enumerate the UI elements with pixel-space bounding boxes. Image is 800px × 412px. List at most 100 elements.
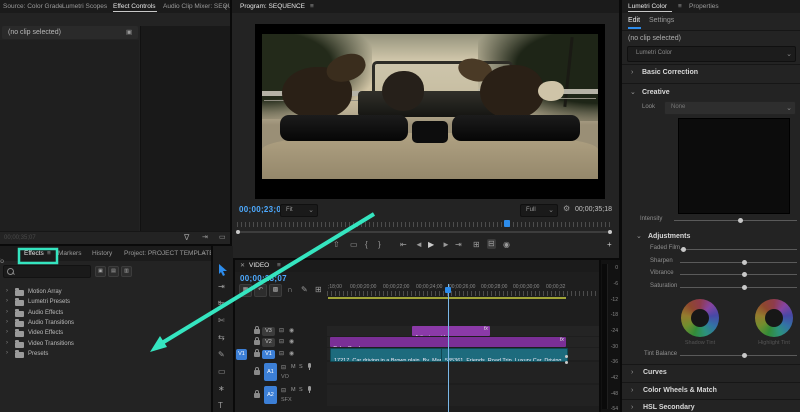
track-a2-button[interactable]: A2 [264,386,277,404]
chevron-right-icon[interactable]: › [6,298,8,304]
solo-button[interactable]: S [299,364,303,370]
step-back-icon[interactable]: ◄ [415,240,423,250]
track-v1-button[interactable]: V1 [262,350,275,359]
look-dropdown[interactable]: None ⌄ [664,101,796,115]
clip-friends-roadtrip[interactable]: 535361_Friends, Road Trip, Luxury Car, D… [441,348,568,362]
add-button-icon[interactable]: + [607,240,612,250]
tint-balance-knob[interactable] [742,353,747,358]
faded-film-knob[interactable] [681,247,686,252]
vibrance-knob[interactable] [742,272,747,277]
tree-row-video-transitions[interactable]: › Video Transitions [0,340,211,350]
toggle-output-eye-icon[interactable]: ◉ [289,349,294,359]
tree-row-video-effects[interactable]: › Video Effects [0,329,211,339]
tab-effect-controls[interactable]: Effect Controls [113,3,156,10]
chevron-right-icon[interactable]: › [6,319,8,325]
zoom-level-dropdown[interactable]: Fit ⌄ [280,204,318,217]
sync-lock-icon[interactable]: ⊟ [279,337,284,347]
play-icon[interactable]: ▶ [428,240,434,250]
vibrance-slider[interactable] [680,272,797,277]
slip-tool-icon[interactable]: ⇆ [218,333,225,343]
source-patch-v1[interactable]: V1 [236,349,247,360]
close-icon[interactable]: ✕ [240,262,245,269]
scroll-handle-dot[interactable] [565,355,568,358]
export-still-icon[interactable]: ◉ [503,240,510,250]
lumetri-effect-dropdown[interactable]: Lumetri Color ⌄ [627,46,796,62]
saturation-knob[interactable] [742,285,747,290]
scrollbar-handle-right[interactable] [608,230,612,234]
tree-row-motion-array[interactable]: › Motion Array [0,288,211,298]
rectangle-tool-icon[interactable]: ▭ [218,367,226,377]
selection-tool-icon[interactable] [218,264,228,276]
shadow-tint-wheel[interactable] [681,299,719,337]
tree-row-audio-effects[interactable]: › Audio Effects [0,309,211,319]
tab-markers[interactable]: Markers [58,250,81,257]
track-name-a2[interactable]: SFX [281,397,292,403]
timeline-playhead-head[interactable] [445,287,451,293]
clip-adjustment-layer[interactable]: Adjustment Layer fx [412,326,490,336]
tree-row-audio-transitions[interactable]: › Audio Transitions [0,319,211,329]
panel-overflow-icon[interactable]: » [224,3,228,10]
panel-overflow-icon[interactable]: » [202,250,206,257]
track-select-tool-icon[interactable]: ⇥ [218,282,225,292]
timeline-settings-icon[interactable]: ⊞ [315,285,322,295]
faded-film-slider[interactable] [680,247,797,252]
filter-accelerated-icon[interactable]: ▣ [95,266,106,277]
track-a1-button[interactable]: A1 [264,363,277,381]
program-playhead-marker[interactable] [504,220,510,227]
intensity-slider[interactable] [674,218,797,223]
pen-tool-icon[interactable]: ✎ [218,350,225,360]
filter-yuv-icon[interactable]: ▥ [121,266,132,277]
voiceover-mic-icon[interactable] [308,386,311,393]
snap-magnet-icon[interactable]: ∩ [287,285,293,295]
chevron-right-icon[interactable]: › [6,340,8,346]
undo-render-button[interactable]: ↶ [254,284,267,297]
sharpen-slider[interactable] [680,260,797,265]
ripple-edit-tool-icon[interactable]: ↹ [218,299,225,309]
toggle-output-eye-icon[interactable]: ◉ [289,337,294,347]
highlight-tint-wheel[interactable] [755,299,793,337]
toggle-output-eye-icon[interactable]: ◉ [289,326,294,336]
tree-row-lumetri-presets[interactable]: › Lumetri Presets [0,298,211,308]
chevron-right-icon[interactable]: › [6,350,8,356]
section-adjustments[interactable]: ⌄ Adjustments [622,230,800,244]
mark-in-icon[interactable]: { [365,240,368,250]
effects-menu-icon[interactable]: ≡ [47,250,51,257]
timeline-playhead[interactable] [448,284,449,412]
lumetri-menu-icon[interactable]: ≡ [678,3,682,10]
intensity-knob[interactable] [738,218,743,223]
new-bin-icon[interactable]: ▭ [219,233,226,243]
timeline-menu-icon[interactable]: ≡ [277,262,281,269]
tab-lumetri-color[interactable]: Lumetri Color [628,3,667,10]
chevron-right-icon[interactable]: › [6,288,8,294]
lock-icon[interactable] [254,390,260,398]
saturation-slider[interactable] [680,285,797,290]
mute-button[interactable]: M [291,387,296,393]
go-to-in-icon[interactable]: ⇤ [400,240,407,250]
lock-icon[interactable] [254,326,260,334]
playback-resolution-dropdown[interactable]: Full ⌄ [520,204,558,217]
chevron-right-icon[interactable]: › [6,329,8,335]
tab-properties[interactable]: Properties [689,3,719,10]
subtab-edit[interactable]: Edit [628,17,640,24]
program-menu-icon[interactable]: ≡ [310,3,314,10]
tab-effects[interactable]: Effects [24,250,44,257]
track-v3-button[interactable]: V3 [262,327,275,336]
filter-32bit-icon[interactable]: ▤ [108,266,119,277]
section-curves[interactable]: › Curves [622,367,800,381]
tab-source-monitor[interactable]: Source: Color Grade [3,3,63,10]
extract-icon[interactable]: ⊟ [487,239,496,249]
filter-icon[interactable]: ∇ [184,233,189,243]
sharpen-knob[interactable] [742,260,747,265]
tab-info[interactable]: Info [0,258,4,265]
mark-out-icon[interactable]: } [378,240,381,250]
comparison-view-icon[interactable]: ▭ [350,240,358,250]
voiceover-mic-icon[interactable] [308,363,311,370]
go-to-out-icon[interactable]: ⇥ [455,240,462,250]
play-audio-only-icon[interactable]: ⇥ [202,233,208,243]
track-name-a1[interactable]: VO [281,374,289,380]
settings-wrench-icon[interactable]: ⚙ [563,204,570,214]
tab-history[interactable]: History [92,250,112,257]
step-forward-icon[interactable]: ► [442,240,450,250]
section-color-wheels[interactable]: › Color Wheels & Match [622,385,800,399]
sync-lock-icon[interactable]: ⊟ [279,349,284,359]
